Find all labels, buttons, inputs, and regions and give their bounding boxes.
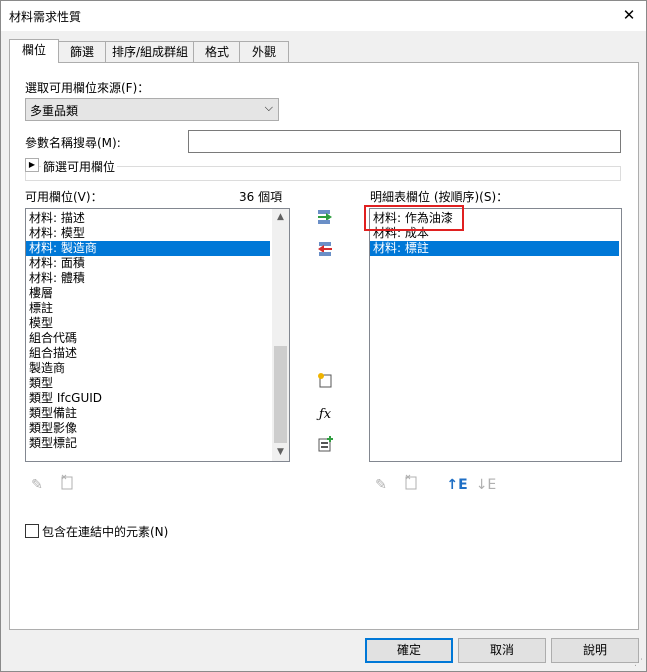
available-label: 可用欄位(V)： <box>25 190 103 204</box>
remove-parameter-icon[interactable] <box>314 241 336 263</box>
dialog-window: 材料需求性質 ✕ 欄位 篩選 排序/組成群組 格式 外觀 選取可用欄位來源(F)… <box>0 0 647 672</box>
combine-parameters-icon[interactable] <box>314 436 336 458</box>
tab-label: 外觀 <box>251 45 276 59</box>
list-item[interactable]: 材料: 體積 <box>26 271 270 286</box>
list-item[interactable]: 組合代碼 <box>26 331 270 346</box>
list-item[interactable]: 類型 <box>26 376 270 391</box>
add-parameter-icon[interactable] <box>314 209 336 231</box>
tab-label: 欄位 <box>21 43 46 57</box>
tab-label: 排序/組成群組 <box>111 45 189 59</box>
scroll-down-icon[interactable]: ▼ <box>272 444 289 461</box>
dialog-title: 材料需求性質 <box>9 10 82 24</box>
list-item[interactable]: 材料: 標註 <box>370 241 619 256</box>
available-count: 36 個項 <box>239 190 283 204</box>
title-bar: 材料需求性質 ✕ <box>1 1 646 31</box>
list-item[interactable]: 模型 <box>26 316 270 331</box>
delete-icon[interactable] <box>56 474 78 496</box>
include-linked-checkbox[interactable] <box>25 524 39 538</box>
help-button[interactable]: 說明 <box>551 638 639 663</box>
list-item[interactable]: 類型標記 <box>26 436 270 451</box>
include-linked-label[interactable]: 包含在連結中的元素(N) <box>42 523 168 540</box>
formula-icon[interactable]: ƒx <box>314 404 336 426</box>
scroll-thumb[interactable] <box>274 346 287 443</box>
edit-icon[interactable]: ✎ <box>26 474 48 496</box>
tab-filter[interactable]: 篩選 <box>57 41 107 62</box>
tab-formatting[interactable]: 格式 <box>193 41 241 62</box>
scheduled-label: 明細表欄位 (按順序)(S)： <box>370 190 509 204</box>
tab-label: 篩選 <box>69 45 94 59</box>
tab-fields[interactable]: 欄位 <box>9 39 59 63</box>
tab-label: 格式 <box>204 45 229 59</box>
tab-sorting-grouping[interactable]: 排序/組成群組 <box>105 41 195 62</box>
resize-grip-icon[interactable]: ⋰ <box>634 658 643 668</box>
list-item[interactable]: 材料: 模型 <box>26 226 270 241</box>
list-item[interactable]: 樓層 <box>26 286 270 301</box>
available-fields-list[interactable]: 材料: 描述 材料: 模型 材料: 製造商 材料: 面積 材料: 體積 樓層 標註 模型 組合代… <box>25 208 290 462</box>
list-item[interactable]: 標註 <box>26 301 270 316</box>
available-scrollbar[interactable]: ▲ ▼ <box>272 209 289 461</box>
highlight-box <box>364 205 464 231</box>
list-item[interactable]: 材料: 面積 <box>26 256 270 271</box>
tab-appearance[interactable]: 外觀 <box>239 41 289 62</box>
source-label: 選取可用欄位來源(F)： <box>25 81 150 95</box>
param-search-input[interactable] <box>188 130 621 153</box>
param-search-label: 參數名稱搜尋(M): <box>25 136 121 150</box>
filter-group-label: 篩選可用欄位 <box>41 158 118 175</box>
list-item[interactable]: 類型備註 <box>26 406 270 421</box>
ok-button[interactable]: 確定 <box>365 638 453 663</box>
move-up-icon[interactable]: ↑E <box>446 474 468 496</box>
close-icon[interactable]: ✕ <box>620 6 638 24</box>
new-parameter-icon[interactable] <box>314 372 336 394</box>
list-item[interactable]: 材料: 製造商 <box>26 241 270 256</box>
source-selected: 多重品類 <box>30 104 79 118</box>
source-dropdown[interactable]: 多重品類 ⌵ <box>25 98 279 121</box>
delete-icon[interactable] <box>400 474 422 496</box>
list-item[interactable]: 製造商 <box>26 361 270 376</box>
list-item[interactable]: 類型影像 <box>26 421 270 436</box>
scheduled-fields-list[interactable]: 材料: 作為油漆 材料: 成本 材料: 標註 <box>369 208 622 462</box>
list-item[interactable]: 材料: 描述 <box>26 211 270 226</box>
move-down-icon[interactable]: ↓E <box>475 474 497 496</box>
list-item[interactable]: 類型 IfcGUID <box>26 391 270 406</box>
edit-icon[interactable]: ✎ <box>370 474 392 496</box>
list-item[interactable]: 組合描述 <box>26 346 270 361</box>
chevron-down-icon: ⌵ <box>264 101 273 114</box>
cancel-button[interactable]: 取消 <box>458 638 546 663</box>
expand-icon[interactable]: ▶ <box>25 158 39 172</box>
scroll-up-icon[interactable]: ▲ <box>272 209 289 226</box>
